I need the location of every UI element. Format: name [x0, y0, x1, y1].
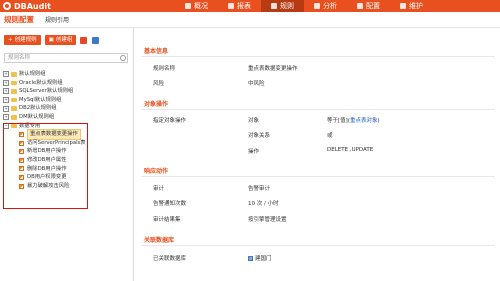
risk-label: 风险	[153, 81, 165, 87]
folder-icon	[11, 80, 17, 86]
highlight-annotation-box	[3, 123, 88, 209]
object-link[interactable]: 重点表对象	[350, 118, 378, 124]
section-basic-info: 基本信息	[144, 48, 169, 55]
linked-db-label: 已关联数据库	[153, 256, 187, 262]
target-operation-label: 指定对象操作	[153, 118, 187, 124]
tree-group[interactable]: + 默认规则组	[3, 70, 131, 79]
expand-icon[interactable]: +	[3, 71, 9, 78]
overview-icon	[185, 3, 191, 9]
database-icon	[248, 256, 253, 261]
create-rule-button[interactable]: + 创建规则	[4, 35, 41, 45]
operation-value: DELETE ,UPDATE	[327, 147, 374, 153]
nav-reports[interactable]: 报表	[218, 0, 261, 12]
page-title: 规则配置	[4, 15, 34, 24]
logo-icon	[3, 2, 11, 10]
app-title: DBAudit	[14, 1, 51, 11]
save-icon[interactable]	[92, 36, 100, 44]
rule-reference-link[interactable]: 规则引用	[45, 15, 69, 24]
report-icon	[228, 3, 234, 9]
expand-icon[interactable]: +	[3, 79, 9, 86]
section-linked-db: 关联数据库	[144, 237, 175, 244]
analysis-icon	[314, 3, 320, 9]
folder-icon	[11, 72, 17, 77]
section-response-action: 响应动作	[144, 168, 169, 175]
risk-value: 中风险	[248, 81, 265, 87]
object-label: 对象	[248, 118, 260, 124]
main-nav: 概况 报表 规则 分析 配置 维护	[175, 0, 433, 12]
sub-header	[0, 12, 500, 28]
divider	[141, 56, 495, 57]
audit-value: 告警审计	[248, 186, 271, 192]
nav-overview[interactable]: 概况	[175, 0, 218, 12]
wrench-icon	[400, 3, 406, 9]
tree-group[interactable]: + SQLServer默认规则组	[3, 87, 131, 96]
linked-db-value: 建国门	[248, 254, 272, 262]
rule-detail-panel	[137, 30, 500, 281]
nav-analysis[interactable]: 分析	[304, 0, 347, 12]
alert-count-value: 10 次 / 小时	[248, 201, 279, 207]
object-value: 等于[值](重点表对象)	[327, 118, 380, 124]
folder-icon	[11, 106, 17, 111]
folder-icon	[11, 115, 17, 120]
section-object-operation: 对象操作	[144, 101, 169, 108]
rule-name-value: 重点表数据变更操作	[248, 66, 298, 72]
audit-result-value: 按引擎管理设置	[248, 217, 287, 223]
object-relation-value: 或	[327, 133, 333, 139]
expand-icon[interactable]: +	[3, 88, 9, 95]
folder-icon	[11, 97, 17, 103]
folder-icon	[11, 89, 17, 94]
divider	[141, 245, 495, 246]
nav-rules[interactable]: 规则	[261, 0, 304, 12]
object-relation-label: 对象关系	[248, 133, 271, 139]
tree-group[interactable]: + DB2默认规则组	[3, 104, 131, 113]
divider	[141, 176, 495, 177]
audit-result-label: 审计结果集	[153, 217, 181, 223]
app-logo: DBAudit	[3, 1, 51, 11]
rules-icon	[271, 3, 277, 9]
audit-label: 审计	[153, 186, 165, 192]
expand-icon[interactable]: +	[3, 105, 9, 112]
alert-count-label: 告警通知次数	[153, 201, 187, 207]
create-group-button[interactable]: ▣ 创建组	[44, 35, 77, 45]
divider	[141, 109, 495, 110]
rule-search-input[interactable]: 规则名称	[4, 53, 128, 63]
nav-config[interactable]: 配置	[347, 0, 390, 12]
delete-icon[interactable]	[80, 36, 88, 44]
tree-toolbar: + 创建规则 ▣ 创建组	[4, 35, 104, 45]
nav-maintenance[interactable]: 维护	[390, 0, 433, 12]
gear-icon	[357, 3, 363, 9]
search-icon[interactable]	[120, 55, 126, 61]
operation-label: 操作	[248, 149, 260, 155]
tree-group[interactable]: + DM默认规则组	[3, 113, 131, 122]
rule-name-label: 规则名称	[153, 66, 176, 72]
tree-group[interactable]: + Oracle默认规则组	[3, 79, 131, 88]
tree-group[interactable]: + MySql默认规则组	[3, 96, 131, 105]
expand-icon[interactable]: +	[3, 97, 9, 104]
expand-icon[interactable]: +	[3, 114, 9, 121]
